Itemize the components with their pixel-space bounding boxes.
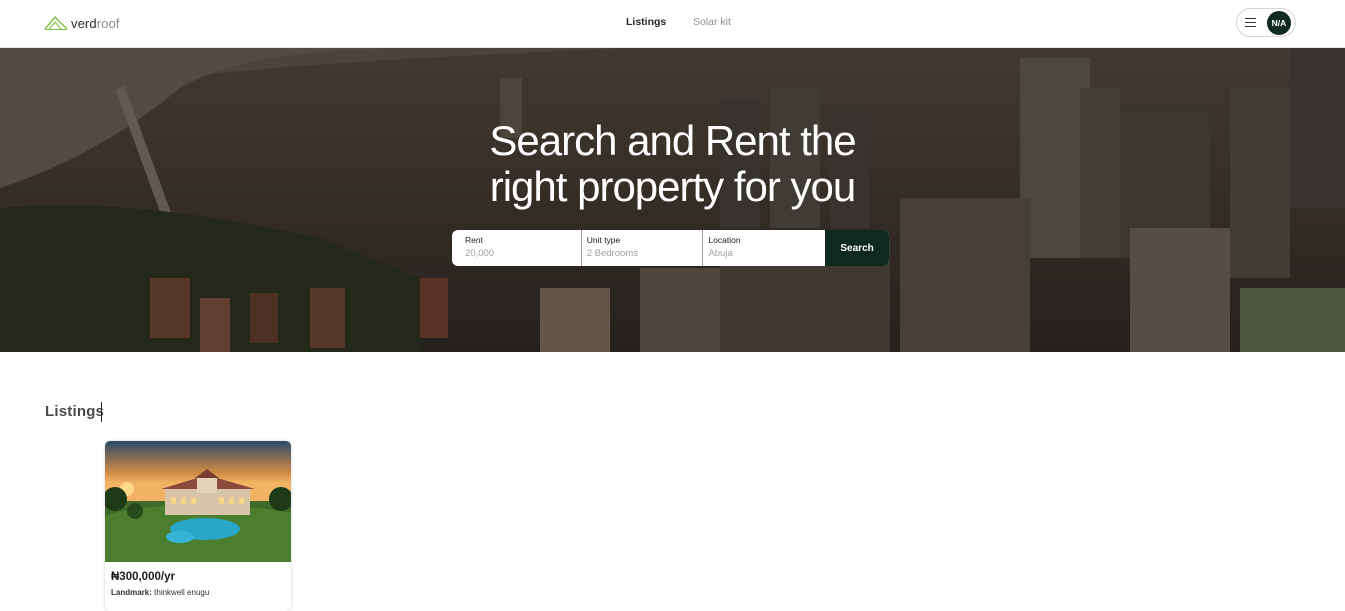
user-menu-button[interactable]: N/A: [1236, 8, 1296, 37]
text-cursor: [101, 402, 102, 422]
rent-label: Rent: [465, 235, 483, 245]
logo[interactable]: verdroof: [44, 13, 120, 33]
location-input[interactable]: Abuja: [708, 248, 825, 259]
listing-price: ₦300,000/yr: [111, 571, 175, 583]
nav-solar-kit[interactable]: Solar kit: [693, 16, 731, 28]
avatar: N/A: [1267, 11, 1291, 35]
top-navbar: verdroof Listings Solar kit N/A: [0, 0, 1345, 48]
listing-image: [105, 441, 291, 562]
nav-listings[interactable]: Listings: [626, 16, 666, 28]
logo-text: verdroof: [71, 16, 120, 31]
landmark-value: thinkwell enugu: [154, 588, 210, 597]
hero-title: Search and Rent the right property for y…: [0, 118, 1345, 210]
listing-landmark: Landmark: thinkwell enugu: [111, 588, 209, 597]
search-button[interactable]: Search: [825, 230, 889, 266]
hamburger-menu-icon: [1245, 18, 1256, 28]
rent-field[interactable]: Rent 20,000: [452, 230, 582, 266]
listings-heading: Listings: [45, 403, 105, 420]
location-label: Location: [708, 235, 741, 245]
house-roof-icon: [44, 15, 68, 31]
unit-type-label: Unit type: [586, 235, 621, 245]
logo-text-verd: verd: [71, 15, 97, 31]
hero-title-line1: Search and Rent the: [489, 117, 856, 164]
hero-title-line2: right property for you: [489, 163, 857, 210]
landmark-label: Landmark:: [111, 588, 152, 597]
rent-input[interactable]: 20,000: [465, 248, 581, 259]
location-field[interactable]: Location Abuja: [703, 230, 825, 266]
unit-type-input[interactable]: 2 Bedrooms: [587, 248, 703, 259]
unit-type-field[interactable]: Unit type 2 Bedrooms: [582, 230, 704, 266]
search-bar: Rent 20,000 Unit type 2 Bedrooms Locatio…: [452, 230, 889, 266]
listing-card[interactable]: ₦300,000/yr Landmark: thinkwell enugu: [105, 441, 291, 611]
logo-text-roof: roof: [96, 15, 120, 31]
hero-banner: Search and Rent the right property for y…: [0, 48, 1345, 352]
